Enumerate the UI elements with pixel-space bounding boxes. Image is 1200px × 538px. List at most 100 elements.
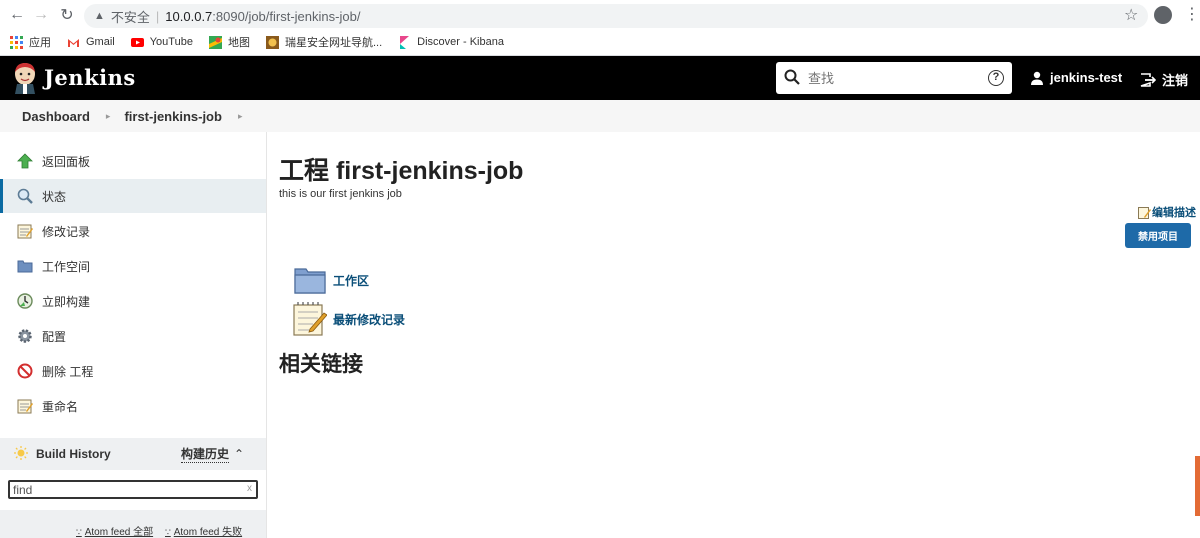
sidebar-item-label: 修改记录 xyxy=(42,224,91,239)
sidebar-item-label: 返回面板 xyxy=(42,154,91,169)
bookmark-star-icon[interactable]: ☆ xyxy=(1124,5,1138,25)
chevron-up-icon[interactable]: ⌃ xyxy=(234,447,244,461)
build-clock-icon xyxy=(16,292,34,310)
bookmark-label: Gmail xyxy=(86,36,115,48)
search-box: ? xyxy=(776,62,1012,94)
bookmark-label: 地图 xyxy=(227,37,250,49)
atom-feeds: ∵ Atom feed 全部 ∵ Atom feed 失败 xyxy=(0,510,266,538)
feed-icon: ∵ xyxy=(76,527,82,537)
logout-link[interactable]: 注销 xyxy=(1140,70,1188,89)
build-history-header: Build History 构建历史 ⌃ xyxy=(0,438,266,470)
breadcrumb-dashboard[interactable]: Dashboard xyxy=(22,109,90,124)
user-link[interactable]: jenkins-test xyxy=(1030,70,1122,85)
breadcrumb: Dashboard ▸ first-jenkins-job ▸ xyxy=(0,100,1200,132)
security-label: 不安全 xyxy=(110,9,150,25)
job-description: this is our first jenkins job xyxy=(279,188,402,200)
chevron-right-icon[interactable]: ▸ xyxy=(238,111,243,122)
sidebar-item-build-now[interactable]: 立即构建 xyxy=(0,284,266,318)
up-arrow-icon xyxy=(16,152,34,170)
edit-notepad-icon xyxy=(1138,206,1151,219)
breadcrumb-job[interactable]: first-jenkins-job xyxy=(124,109,222,124)
sidebar-item-label: 配置 xyxy=(42,329,67,344)
feed-failed-label: Atom feed 失败 xyxy=(173,527,243,538)
bookmark-gmail[interactable]: Gmail xyxy=(67,36,115,49)
feed-failed-link[interactable]: ∵ Atom feed 失败 xyxy=(165,523,242,538)
edit-description-label: 编辑描述 xyxy=(1152,207,1196,219)
sidebar-item-workspace[interactable]: 工作空间 xyxy=(0,249,266,283)
build-trend-link[interactable]: 构建历史 xyxy=(181,445,230,463)
folder-icon xyxy=(294,268,326,294)
reload-icon[interactable]: ↻ xyxy=(56,4,78,26)
help-icon[interactable]: ? xyxy=(988,70,1004,86)
chevron-right-icon[interactable]: ▸ xyxy=(106,111,111,122)
recent-changes-link[interactable]: 最新修改记录 xyxy=(293,302,405,336)
sidebar-item-rename[interactable]: 重命名 xyxy=(0,389,266,423)
page-title: 工程 first-jenkins-job xyxy=(279,157,524,185)
profile-avatar-icon[interactable] xyxy=(1154,6,1172,24)
feed-all-label: Atom feed 全部 xyxy=(84,527,154,538)
divider: | xyxy=(155,8,160,24)
sidebar-item-label: 删除 工程 xyxy=(42,364,94,379)
sidebar-item-changes[interactable]: 修改记录 xyxy=(0,214,266,248)
magnifier-icon xyxy=(16,187,34,205)
feed-all-link[interactable]: ∵ Atom feed 全部 xyxy=(76,523,153,538)
sidebar-item-configure[interactable]: 配置 xyxy=(0,319,266,353)
bookmark-label: YouTube xyxy=(149,36,193,48)
kibana-icon xyxy=(398,35,411,49)
bookmarks-bar: 应用 Gmail YouTube 地图 瑞星安全网址导航... Discover… xyxy=(0,31,1200,53)
feed-icon: ∵ xyxy=(165,527,171,537)
url-path: :8090/job/first-jenkins-job/ xyxy=(212,8,361,24)
address-bar[interactable]: ▲ 不安全 | 10.0.0.7 :8090/job/first-jenkins… xyxy=(84,4,1148,28)
jenkins-header: Jenkins ? jenkins-test 注销 xyxy=(0,56,1200,100)
page-edge-widget xyxy=(1195,456,1200,516)
forward-arrow-icon[interactable]: → xyxy=(30,4,52,26)
gmail-icon xyxy=(67,36,80,49)
user-icon xyxy=(1031,71,1043,85)
bookmark-youtube[interactable]: YouTube xyxy=(130,36,193,49)
edit-description-link[interactable]: 编辑描述 xyxy=(1138,204,1196,220)
sidebar-item-label: 状态 xyxy=(42,189,67,204)
user-name: jenkins-test xyxy=(1050,70,1123,85)
sun-icon xyxy=(14,445,28,463)
bookmark-label: Discover - Kibana xyxy=(417,36,504,48)
sidebar: 返回面板 状态 修改记录 工作空间 立即构建 配置 删除 工程 重命名 Buil… xyxy=(0,132,267,538)
notepad-icon xyxy=(293,302,327,336)
search-input[interactable] xyxy=(808,67,978,89)
notepad-icon xyxy=(16,397,34,415)
build-history-title: Build History xyxy=(36,447,111,461)
build-history-filter-input[interactable] xyxy=(8,480,258,499)
clear-icon[interactable]: x xyxy=(247,483,252,494)
menu-dots-icon[interactable]: ⋮ xyxy=(1184,4,1200,24)
gear-icon xyxy=(16,327,34,345)
jenkins-logo-icon[interactable] xyxy=(12,62,38,94)
bookmark-label: 应用 xyxy=(29,37,51,49)
bookmark-kibana[interactable]: Discover - Kibana xyxy=(398,35,504,49)
browser-chrome: ← → ↻ ▲ 不安全 | 10.0.0.7 :8090/job/first-j… xyxy=(0,0,1200,56)
recent-changes-label: 最新修改记录 xyxy=(333,312,406,327)
sidebar-item-label: 重命名 xyxy=(42,399,79,414)
sidebar-item-back-to-dashboard[interactable]: 返回面板 xyxy=(0,144,266,178)
sidebar-item-label: 工作空间 xyxy=(42,259,91,274)
folder-icon xyxy=(16,257,34,275)
workspace-link[interactable]: 工作区 xyxy=(293,263,369,297)
bookmark-apps[interactable]: 应用 xyxy=(10,34,51,50)
logout-icon xyxy=(1140,72,1156,87)
jenkins-title[interactable]: Jenkins xyxy=(44,65,136,90)
search-icon xyxy=(784,69,800,85)
back-arrow-icon[interactable]: ← xyxy=(6,4,28,26)
workspace-label: 工作区 xyxy=(333,273,370,288)
notepad-icon xyxy=(16,222,34,240)
bookmark-label: 瑞星安全网址导航... xyxy=(284,37,383,49)
maps-icon xyxy=(208,35,222,49)
address-row: ← → ↻ ▲ 不安全 | 10.0.0.7 :8090/job/first-j… xyxy=(0,0,1200,31)
sidebar-item-delete-project[interactable]: 删除 工程 xyxy=(0,354,266,388)
bookmark-maps[interactable]: 地图 xyxy=(208,34,250,50)
url-host: 10.0.0.7 xyxy=(165,8,213,24)
logout-label: 注销 xyxy=(1162,73,1189,88)
sidebar-item-status[interactable]: 状态 xyxy=(0,179,266,213)
bookmark-rising[interactable]: 瑞星安全网址导航... xyxy=(265,34,383,50)
youtube-icon xyxy=(130,36,144,49)
warning-triangle-icon: ▲ xyxy=(94,10,105,22)
disable-project-button[interactable]: 禁用项目 xyxy=(1125,223,1191,248)
related-links-heading: 相关链接 xyxy=(279,353,363,376)
